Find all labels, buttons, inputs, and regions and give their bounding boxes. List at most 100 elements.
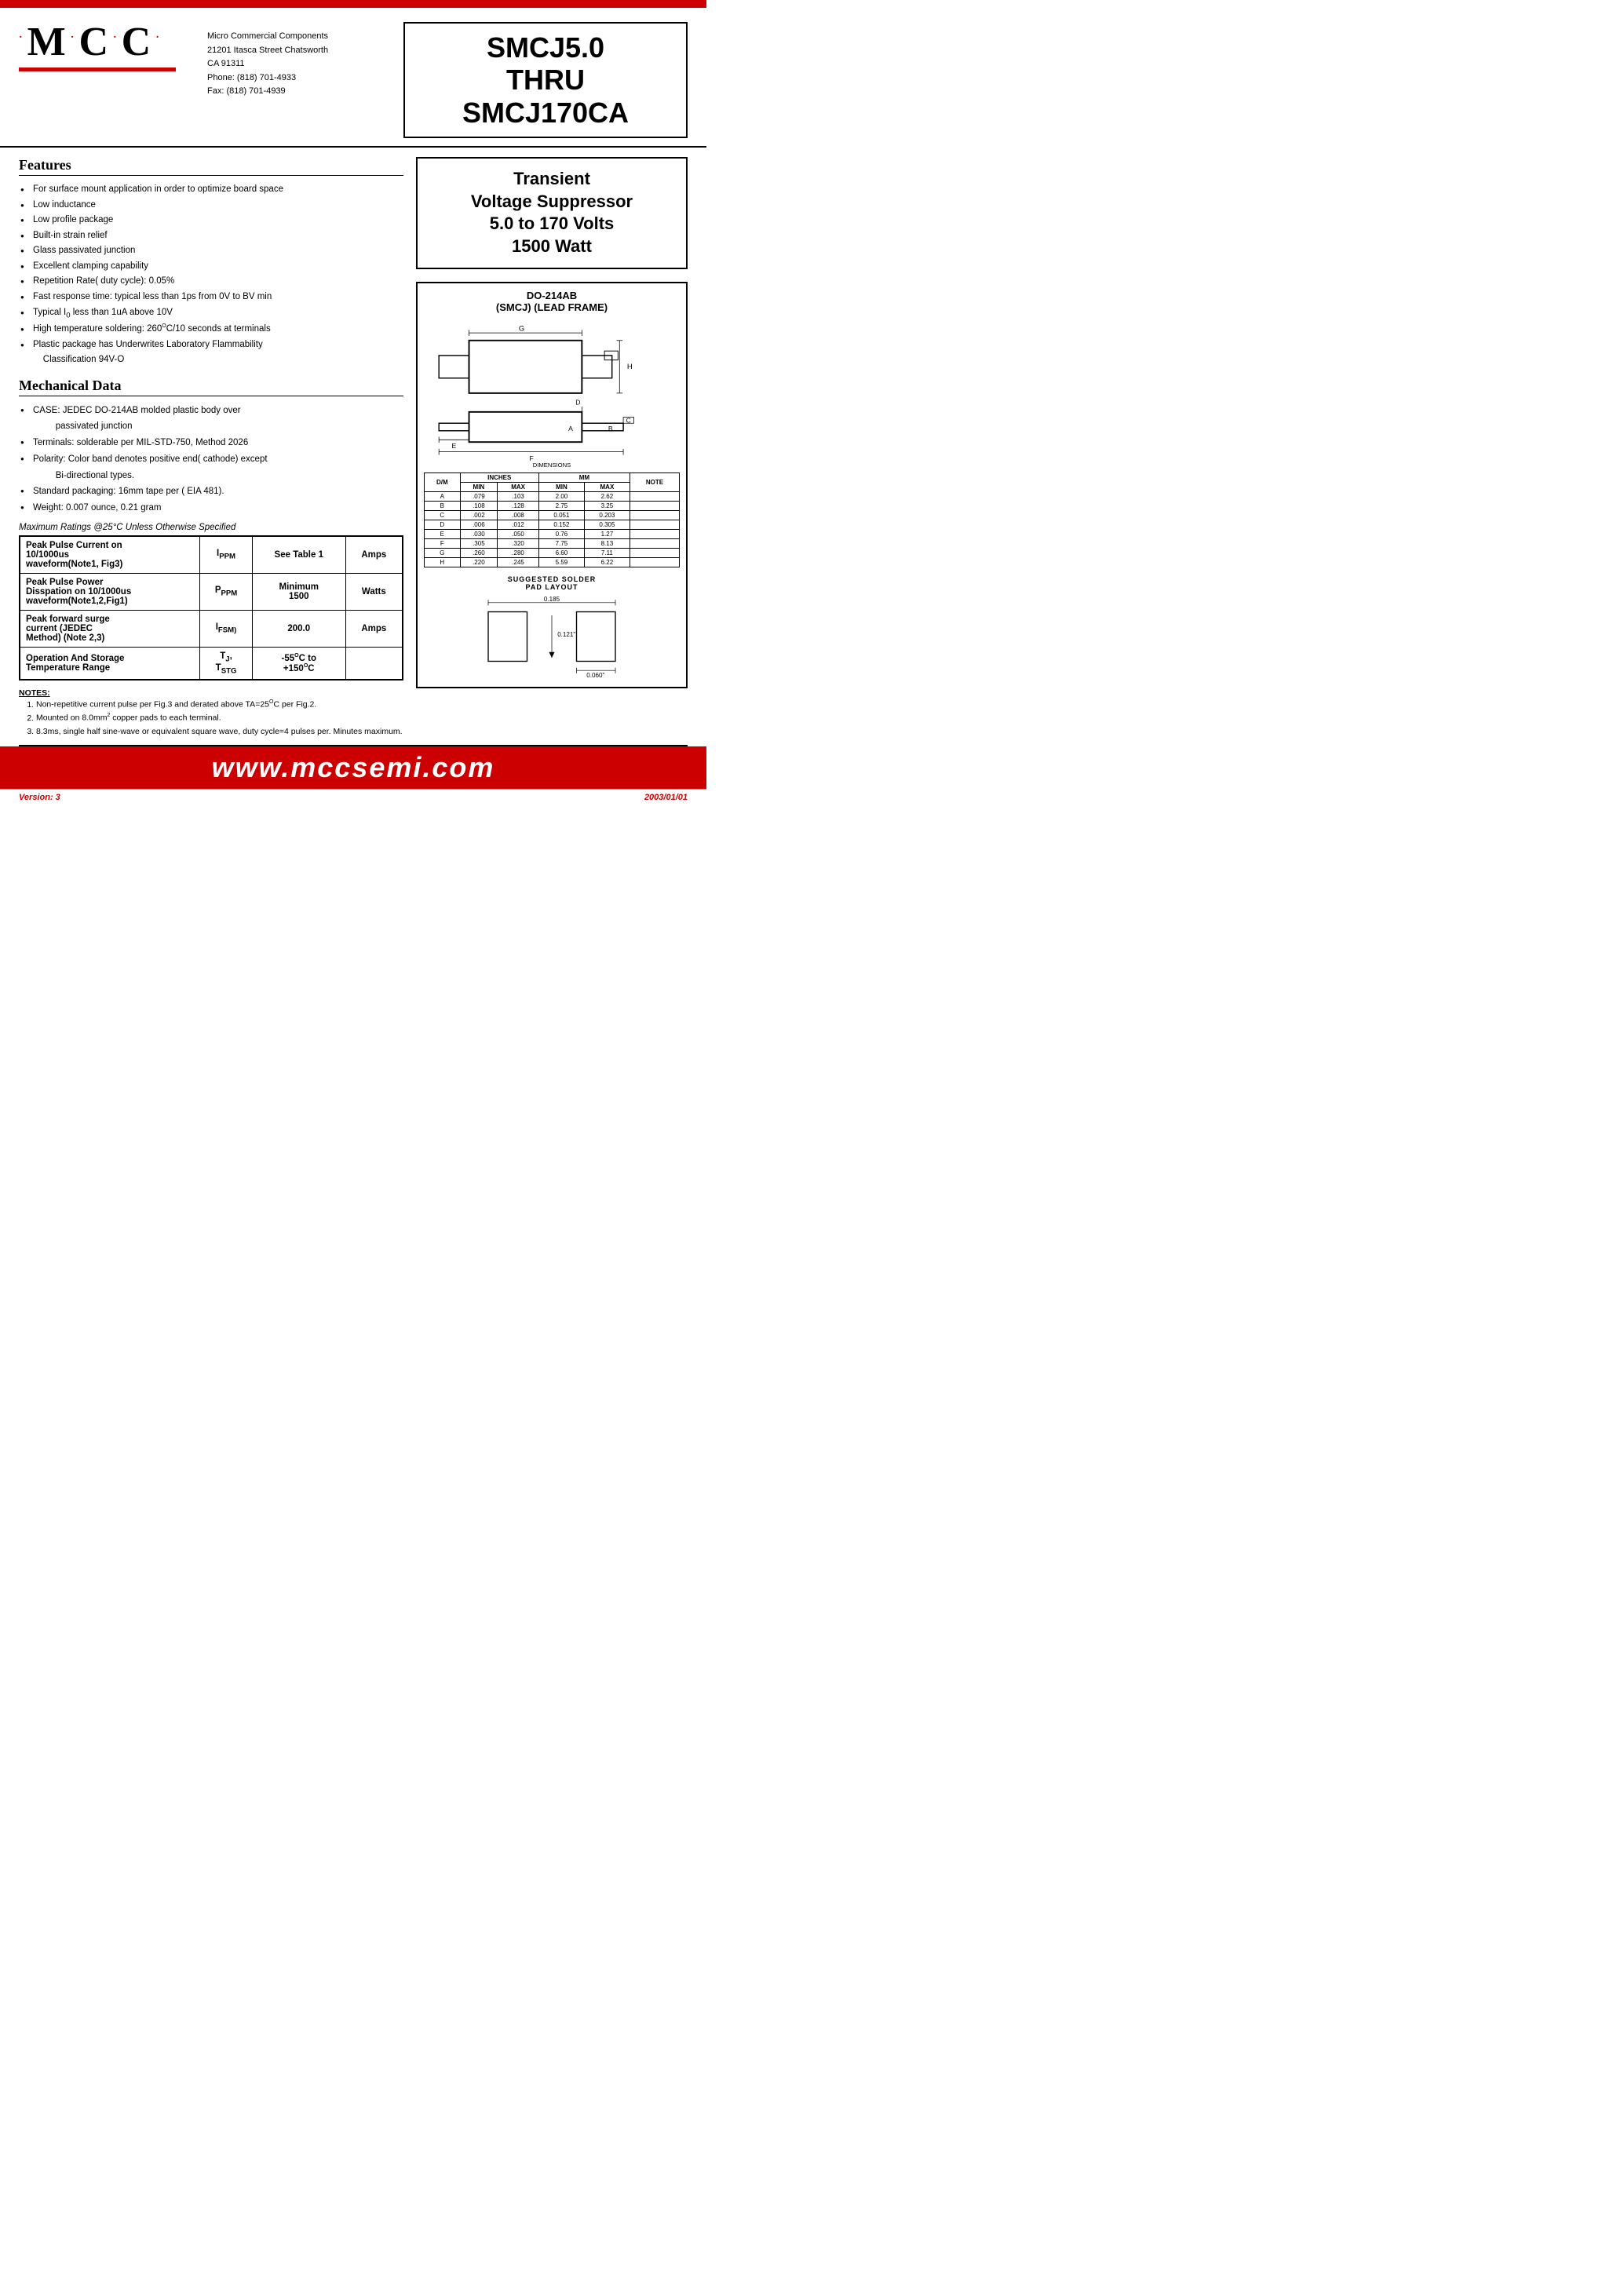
rating-label: Operation And StorageTemperature Range [20,647,200,680]
rating-unit: Watts [345,573,403,610]
rating-symbol: IFSM) [200,610,253,647]
svg-text:DIMENSIONS: DIMENSIONS [533,461,571,468]
rating-unit [345,647,403,680]
footer-date: 2003/01/01 [644,793,688,802]
table-row: E.030.0500.761.27 [425,530,680,539]
website-bar: www.mccsemi.com [0,746,706,789]
note-item: Non-repetitive current pulse per Fig.3 a… [36,698,403,711]
notes-title: NOTES: [19,688,50,698]
dim-col-inches: INCHES [460,473,538,483]
table-row: Operation And StorageTemperature Range T… [20,647,403,680]
feature-item: For surface mount application in order t… [19,182,403,198]
page: ·M·C·C· Micro Commercial Components 2120… [0,0,706,997]
feature-item: Typical I0 less than 1uA above 10V [19,305,403,323]
solder-title: SUGGESTED SOLDERPAD LAYOUT [424,575,680,591]
part-number-title: SMCJ5.0THRUSMCJ170CA [417,31,674,129]
mech-item: Terminals: solderable per MIL-STD-750, M… [19,435,403,451]
part-number-box: SMCJ5.0THRUSMCJ170CA [403,22,688,138]
dimensions-table: D/M INCHES MM NOTE MIN MAX MIN MAX [424,472,680,567]
table-row: A.079.1032.002.62 [425,492,680,502]
features-title: Features [19,157,403,176]
svg-text:0.060": 0.060" [586,672,604,679]
table-row: F.305.3207.758.13 [425,539,680,549]
feature-item: High temperature soldering: 260OC/10 sec… [19,322,403,338]
company-name: Micro Commercial Components [207,30,388,44]
header: ·M·C·C· Micro Commercial Components 2120… [0,8,706,148]
solder-pad-diagram: 0.185 0.121" 0.060" [481,594,622,679]
left-column: Features For surface mount application i… [19,148,403,738]
svg-text:C: C [626,416,631,424]
rating-label: Peak forward surgecurrent (JEDECMethod) … [20,610,200,647]
notes-section: NOTES: Non-repetitive current pulse per … [19,688,403,738]
company-info: Micro Commercial Components 21201 Itasca… [207,22,388,99]
svg-text:A: A [568,424,573,432]
svg-text:E: E [451,441,456,449]
rating-value: Minimum1500 [252,573,345,610]
rating-label: Peak Pulse Current on10/1000uswaveform(N… [20,536,200,574]
dim-col-header: D/M [425,473,461,492]
rating-symbol: IPPM [200,536,253,574]
rating-unit: Amps [345,610,403,647]
table-row: Peak Pulse PowerDisspation on 10/1000usw… [20,573,403,610]
table-row: Peak forward surgecurrent (JEDECMethod) … [20,610,403,647]
rating-label: Peak Pulse PowerDisspation on 10/1000usw… [20,573,200,610]
dim-min-mm: MIN [538,483,584,492]
svg-text:0.121": 0.121" [557,631,575,638]
table-row: B.108.1282.753.25 [425,502,680,511]
main-content: Features For surface mount application i… [0,148,706,738]
package-diagram: G H C [424,318,680,469]
mech-item: Polarity: Color band denotes positive en… [19,451,403,483]
table-row: H.220.2455.596.22 [425,558,680,567]
table-row: Peak Pulse Current on10/1000uswaveform(N… [20,536,403,574]
dim-col-mm: MM [538,473,630,483]
mech-list: CASE: JEDEC DO-214AB molded plastic body… [19,403,403,516]
svg-text:0.185: 0.185 [544,596,560,603]
feature-item: Excellent clamping capability [19,259,403,275]
dim-max: MAX [498,483,539,492]
feature-item: Low inductance [19,198,403,213]
package-title: DO-214AB (SMCJ) (LEAD FRAME) [424,290,680,313]
rating-value: -55OC to+150OC [252,647,345,680]
svg-text:G: G [519,324,524,333]
rating-symbol: PPPM [200,573,253,610]
feature-item: Low profile package [19,213,403,228]
rating-value: See Table 1 [252,536,345,574]
mech-item: Weight: 0.007 ounce, 0.21 gram [19,500,403,516]
solder-pad-section: SUGGESTED SOLDERPAD LAYOUT 0.185 [424,575,680,680]
logo-area: ·M·C·C· [19,22,192,76]
feature-list: For surface mount application in order t… [19,182,403,368]
note-item: 8.3ms, single half sine-wave or equivale… [36,725,403,739]
dim-min: MIN [460,483,498,492]
feature-item: Built-in strain relief [19,228,403,244]
package-box: DO-214AB (SMCJ) (LEAD FRAME) [416,282,688,689]
company-address1: 21201 Itasca Street Chatsworth [207,44,388,58]
rating-value: 200.0 [252,610,345,647]
ratings-table: Peak Pulse Current on10/1000uswaveform(N… [19,535,403,681]
mech-item: CASE: JEDEC DO-214AB molded plastic body… [19,403,403,435]
dim-header-row: D/M INCHES MM NOTE [425,473,680,483]
dim-max-mm: MAX [584,483,630,492]
svg-text:D: D [575,398,580,406]
notes-list: Non-repetitive current pulse per Fig.3 a… [19,698,403,738]
feature-item: Glass passivated junction [19,243,403,259]
logo-red-line [19,68,176,71]
rating-unit: Amps [345,536,403,574]
feature-item: Fast response time: typical less than 1p… [19,290,403,305]
tvs-title: TransientVoltage Suppressor5.0 to 170 Vo… [424,168,680,257]
table-row: G.260.2806.607.11 [425,549,680,558]
dim-col-note: NOTE [630,473,679,492]
footer: Version: 3 2003/01/01 [0,789,706,805]
table-row: C.002.0080.0510.203 [425,511,680,520]
logo: ·M·C·C· [19,22,164,63]
tvs-box: TransientVoltage Suppressor5.0 to 170 Vo… [416,157,688,268]
right-column: TransientVoltage Suppressor5.0 to 170 Vo… [416,148,688,738]
company-phone: Phone: (818) 701-4933 [207,71,388,86]
rating-symbol: TJ,TSTG [200,647,253,680]
top-bar [0,0,706,8]
svg-text:H: H [627,363,633,371]
footer-version: Version: 3 [19,793,60,802]
company-fax: Fax: (818) 701-4939 [207,85,388,99]
svg-text:B: B [608,424,613,432]
note-item: Mounted on 8.0mm2 copper pads to each te… [36,711,403,724]
max-ratings-header: Maximum Ratings @25°C Unless Otherwise S… [19,523,403,532]
